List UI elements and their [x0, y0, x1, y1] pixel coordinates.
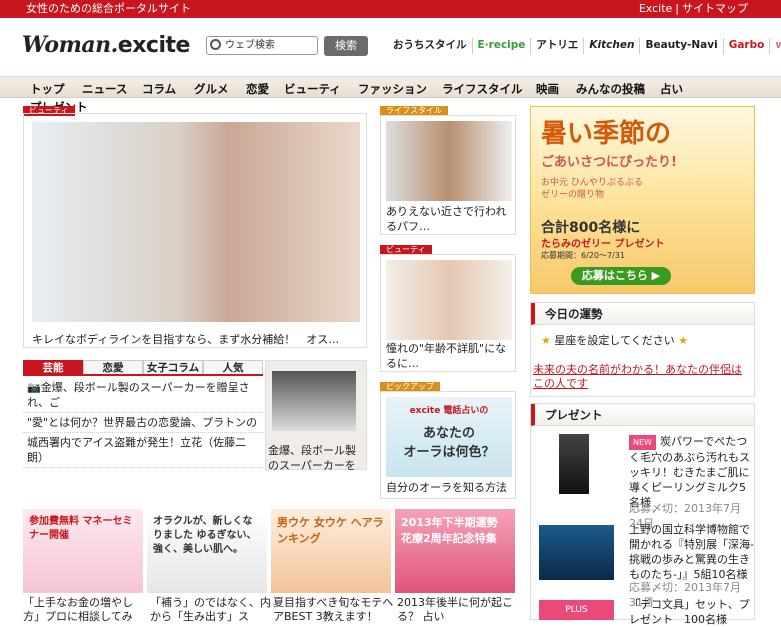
- present-image: PLUS: [539, 600, 614, 620]
- tab-ninki[interactable]: 人気: [203, 360, 263, 374]
- search-button[interactable]: 検索: [324, 36, 368, 56]
- nav-item[interactable]: ニュース: [82, 81, 127, 97]
- promo-tile[interactable]: 参加費無料 マネーセミナー開催: [23, 509, 143, 593]
- nav-item[interactable]: トップ: [30, 81, 65, 97]
- sitemap-link[interactable]: サイトマップ: [679, 2, 751, 15]
- card-text[interactable]: 憧れの"年齢不詳肌"になるに…: [386, 341, 514, 371]
- brand-link[interactable]: Garbo: [722, 38, 770, 54]
- present-text[interactable]: 上野の国立科学博物館で開かれる『特別展「深海-挑戦の歩みと驚異の生きものたち-」…: [629, 522, 754, 582]
- list-item[interactable]: 城西署内でアイス盗難が発生！立花（佐藤二朗）: [23, 433, 263, 468]
- promo-count: 合計800名様に: [541, 220, 641, 236]
- list-item[interactable]: 📷金爆、段ボール製のスーパーカーを贈呈され、ご: [23, 378, 263, 413]
- nav-item[interactable]: ライフスタイル: [442, 81, 523, 97]
- camera-icon: 📷: [27, 381, 41, 394]
- promo-banner[interactable]: 暑い季節の ごあいさつにぴったり! お中元 ひんやりぷるぷるゼリーの贈り物 合計…: [530, 106, 755, 294]
- brand-link[interactable]: おうちスタイル: [388, 38, 472, 54]
- card-photo: [386, 121, 512, 201]
- search-input[interactable]: ウェブ検索: [206, 36, 318, 55]
- site-logo[interactable]: Woman.excite: [22, 32, 190, 58]
- brand-link[interactable]: アトリエ: [530, 38, 583, 54]
- brand-link[interactable]: with: [769, 38, 781, 54]
- star-icon: ★: [541, 334, 551, 347]
- promo-tile[interactable]: 男ウケ 女ウケ ヘアランキング: [271, 509, 391, 593]
- present-image: [559, 434, 589, 494]
- star-icon: ★: [678, 334, 689, 347]
- apply-button[interactable]: 応募はこちら ▶: [571, 267, 671, 285]
- search-icon: [210, 39, 221, 50]
- fortune-box: 今日の運勢 ★ 星座を設定してください ★ 未来の夫の名前がわかる！あなたの伴侶…: [530, 302, 755, 397]
- article-card[interactable]: 憧れの"年齢不詳肌"になるに…: [380, 254, 516, 372]
- feature-article[interactable]: キレイなボディラインを目指すなら、まず水分補給！ オス…: [23, 113, 367, 348]
- news-thumb-text[interactable]: 金爆、段ボール製のスーパーカーを: [268, 443, 366, 473]
- article-card[interactable]: excite 電話占いの あなたの オーラは何色？ 自分のオーラを知る方法（無料…: [380, 391, 516, 499]
- brand-link[interactable]: Beauty-Navi: [639, 38, 722, 54]
- brand-links: おうちスタイル E·recipe アトリエ Kitchen Beauty-Nav…: [388, 38, 781, 54]
- fortune-heading: 今日の運勢: [531, 303, 754, 325]
- promo-period: 応募期間：6/20〜7/31: [541, 251, 625, 260]
- nav-item[interactable]: ビューティ: [284, 81, 341, 97]
- card-text[interactable]: ありえない近さで行われるパフ…: [386, 204, 514, 234]
- nav-item[interactable]: 占い: [660, 81, 683, 97]
- promo-title: 暑い季節の: [541, 119, 672, 149]
- present-box: プレゼント NEW 炭パワーでぺたつく毛穴のあぶら汚れもスッキリ！むきたまご肌に導…: [530, 403, 755, 626]
- present-item[interactable]: 上野の国立科学博物館で開かれる『特別展「深海-挑戦の歩みと驚異の生きものたち-」…: [539, 522, 754, 609]
- present-image: [539, 525, 614, 580]
- fortune-setting[interactable]: ★ 星座を設定してください ★: [541, 332, 688, 348]
- tab-geinou[interactable]: 芸能: [23, 360, 83, 374]
- news-photo: [272, 371, 356, 431]
- present-heading: プレゼント: [531, 404, 754, 426]
- card-text[interactable]: 自分のオーラを知る方法（無料）: [386, 480, 514, 495]
- news-tabs: 芸能 恋愛 女子コラム 人気: [23, 360, 263, 376]
- promo-present: たらみのゼリー プレゼント: [541, 239, 665, 250]
- nav-item[interactable]: コラム: [142, 81, 176, 97]
- new-badge: NEW: [629, 435, 656, 450]
- nav-item[interactable]: ファッション: [358, 81, 427, 97]
- tab-joshi-column[interactable]: 女子コラム: [143, 360, 203, 374]
- card-photo: [386, 260, 512, 340]
- article-card[interactable]: ありえない近さで行われるパフ…: [380, 115, 516, 235]
- promo-sub: ごあいさつにぴったり!: [541, 155, 677, 170]
- tab-renai[interactable]: 恋愛: [83, 360, 143, 374]
- nav-item[interactable]: グルメ: [194, 81, 229, 97]
- brand-link[interactable]: E·recipe: [471, 38, 531, 54]
- news-thumb[interactable]: 金爆、段ボール製のスーパーカーを: [265, 360, 367, 473]
- main-nav: トップ ニュース コラム グルメ 恋愛 ビューティ ファッション ライフスタイル…: [0, 76, 781, 114]
- present-item[interactable]: NEW 炭パワーでぺたつく毛穴のあぶら汚れもスッキリ！むきたまご肌に導くピーリング…: [539, 434, 751, 530]
- feature-caption[interactable]: キレイなボディラインを目指すなら、まず水分補給！ オス…: [32, 331, 339, 347]
- nav-item[interactable]: 映画: [536, 81, 559, 97]
- nav-item[interactable]: 恋愛: [246, 81, 269, 97]
- excite-link[interactable]: Excite: [636, 2, 675, 15]
- top-bar: 女性のための総合ポータルサイト Excite | サイトマップ: [0, 0, 781, 18]
- list-item[interactable]: "愛"とは何か？世界最古の恋愛論、プラトンの: [23, 413, 263, 433]
- tagline: 女性のための総合ポータルサイト: [26, 2, 191, 15]
- promo-mid: お中元 ひんやりぷるぷるゼリーの贈り物: [541, 178, 643, 200]
- promo-tile[interactable]: オラクルが、新しくなりました ゆるぎない、強く、美しい肌へ。: [147, 509, 267, 593]
- promo-tile[interactable]: 2013年下半期運勢 花療2周年記念特集: [395, 509, 515, 593]
- brand-link[interactable]: Kitchen: [583, 38, 639, 54]
- nav-item[interactable]: みんなの投稿: [576, 81, 645, 97]
- present-item[interactable]: PLUS 「デコ文具」セット、プレゼント 100名様: [539, 597, 751, 626]
- feature-photo: [32, 122, 360, 322]
- fortune-link[interactable]: 未来の夫の名前がわかる！あなたの伴侶はこの人です: [533, 363, 751, 391]
- card-photo: excite 電話占いの あなたの オーラは何色？: [386, 397, 512, 477]
- tab-panel: 📷金爆、段ボール製のスーパーカーを贈呈され、ご "愛"とは何か？世界最古の恋愛論…: [23, 378, 263, 470]
- present-text[interactable]: 「デコ文具」セット、プレゼント 100名様: [629, 597, 754, 627]
